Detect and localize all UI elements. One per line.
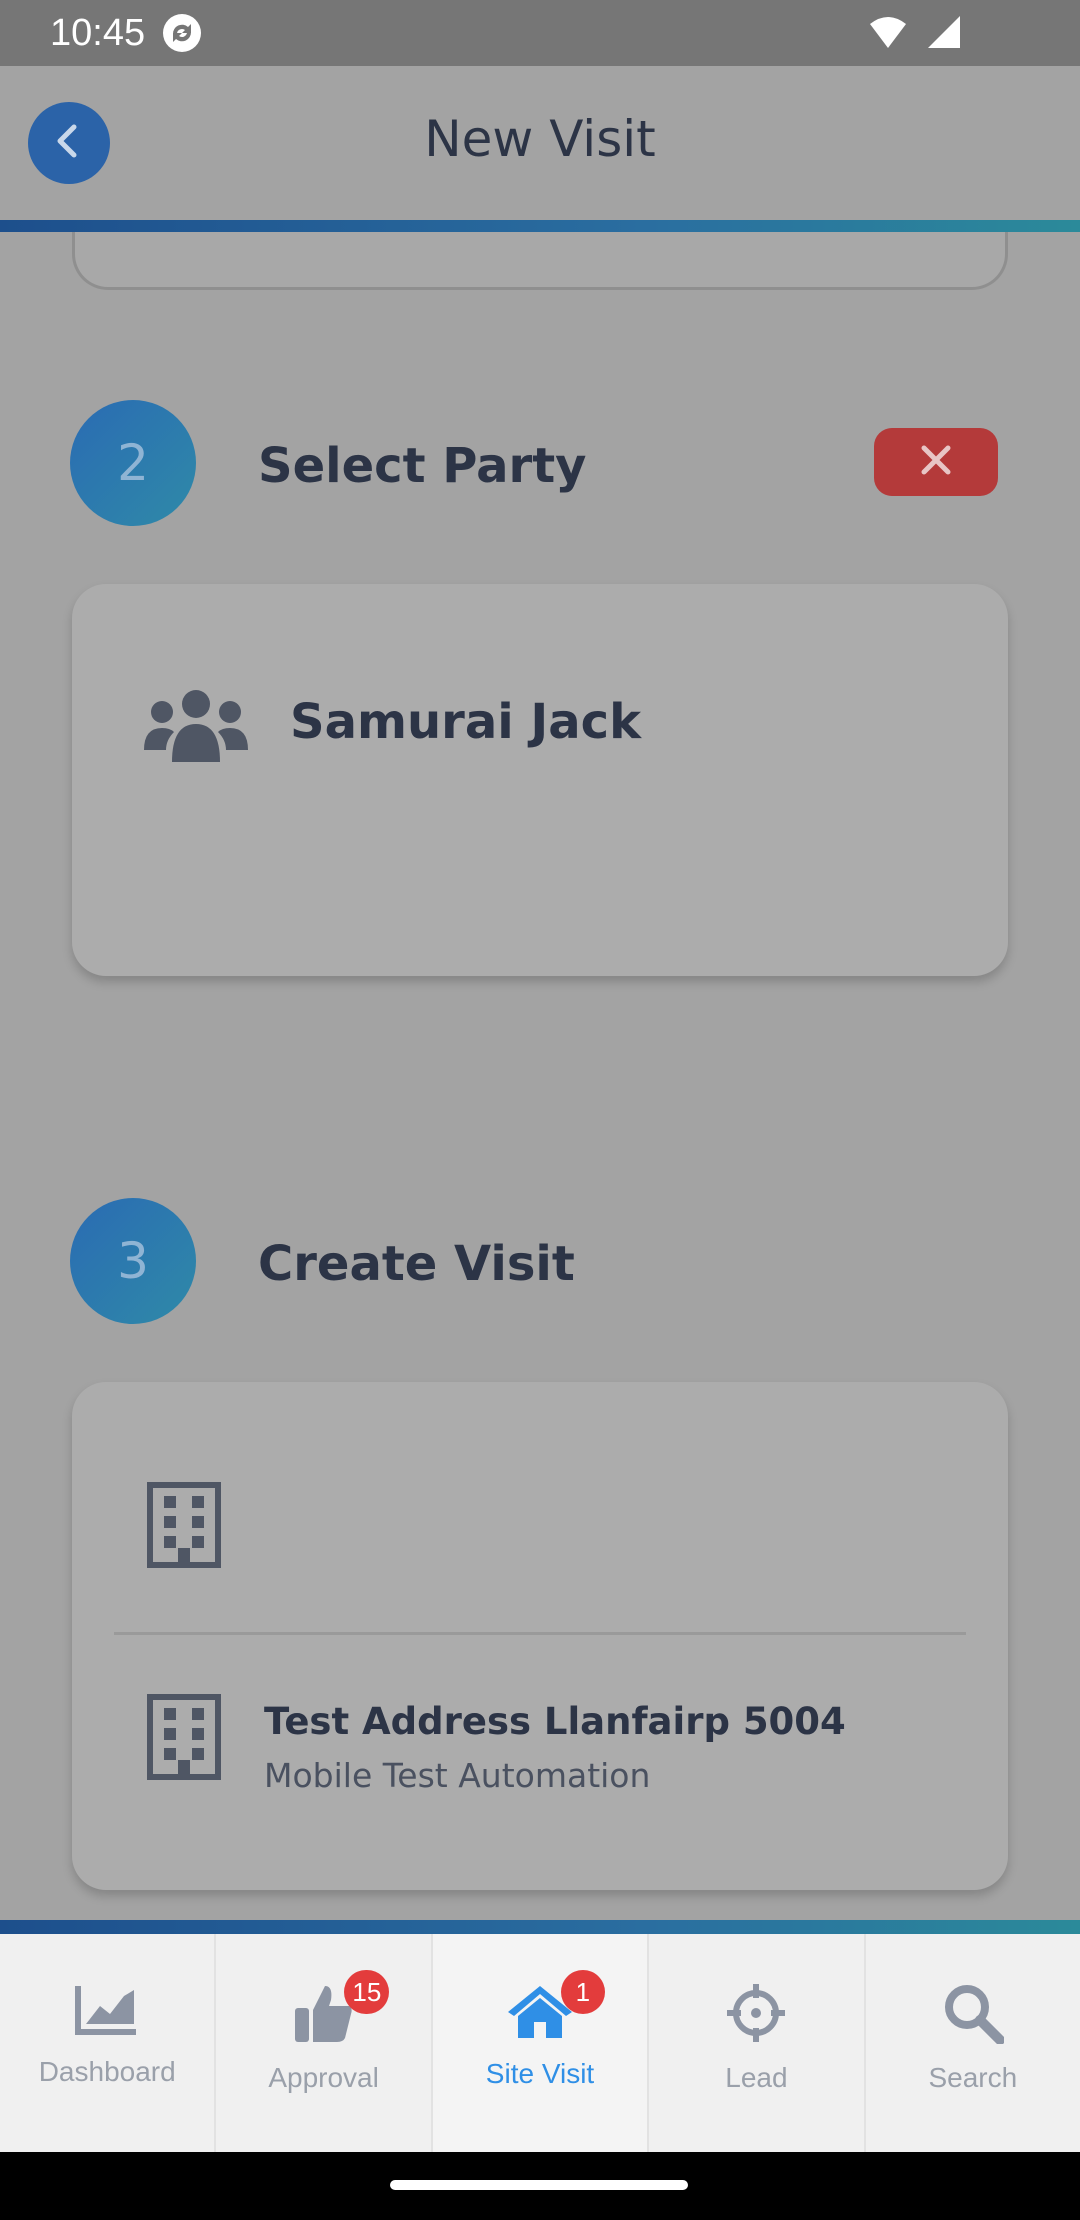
- page-title: New Visit: [424, 110, 656, 168]
- nav-item-lead[interactable]: Lead: [649, 1934, 866, 2152]
- app-bar: New Visit: [0, 66, 1080, 220]
- close-icon: [916, 440, 956, 484]
- approval-badge: 15: [344, 1970, 390, 2014]
- sync-icon: [161, 12, 203, 54]
- nav-item-search[interactable]: Search: [866, 1934, 1080, 2152]
- wifi-icon: [868, 14, 908, 60]
- nav-label: Lead: [725, 2062, 788, 2093]
- address-subtitle: Mobile Test Automation: [264, 1756, 651, 1795]
- nav-label: Site Visit: [485, 2058, 595, 2089]
- users-icon: [142, 688, 250, 768]
- step-number: 3: [117, 1232, 149, 1290]
- site-visit-badge: 1: [560, 1970, 605, 2014]
- building-icon[interactable]: [146, 1482, 222, 1572]
- content-area[interactable]: 2 Select Party Samurai Jack 3 Create Vis…: [0, 232, 1080, 1922]
- home-indicator[interactable]: [390, 2180, 688, 2190]
- previous-card: [72, 232, 1008, 290]
- status-time: 10:45: [50, 11, 146, 54]
- step-number-3: 3: [70, 1198, 196, 1324]
- divider: [114, 1632, 966, 1635]
- nav-item-approval[interactable]: 15 Approval: [216, 1934, 433, 2152]
- nav-label: Search: [928, 2062, 1018, 2093]
- nav-item-dashboard[interactable]: Dashboard: [0, 1934, 217, 2152]
- party-name: Samurai Jack: [290, 694, 641, 750]
- step-number-2: 2: [70, 400, 196, 526]
- bottom-navigation: Dashboard 15 Approval 1 Site Visit Lead …: [0, 1934, 1080, 2152]
- step-number: 2: [117, 434, 149, 492]
- signal-icon: [926, 14, 962, 60]
- visit-card: Test Address Llanfairp 5004 Mobile Test …: [72, 1382, 1008, 1890]
- nav-label: Dashboard: [38, 2056, 176, 2087]
- step-title-create-visit: Create Visit: [258, 1236, 575, 1292]
- header-divider: [0, 220, 1080, 232]
- clear-party-button[interactable]: [874, 428, 998, 496]
- status-bar: 10:45: [0, 0, 1080, 66]
- nav-label: Approval: [268, 2062, 379, 2093]
- crosshair-icon: [725, 1982, 787, 2048]
- address-title[interactable]: Test Address Llanfairp 5004: [264, 1700, 846, 1743]
- nav-item-site-visit[interactable]: 1 Site Visit: [432, 1934, 650, 2152]
- nav-divider: [0, 1920, 1080, 1934]
- chart-icon: [74, 1982, 140, 2042]
- search-icon: [942, 1982, 1005, 2048]
- step-title-select-party: Select Party: [258, 438, 587, 494]
- building-icon: [146, 1694, 222, 1784]
- party-card[interactable]: Samurai Jack: [72, 584, 1008, 976]
